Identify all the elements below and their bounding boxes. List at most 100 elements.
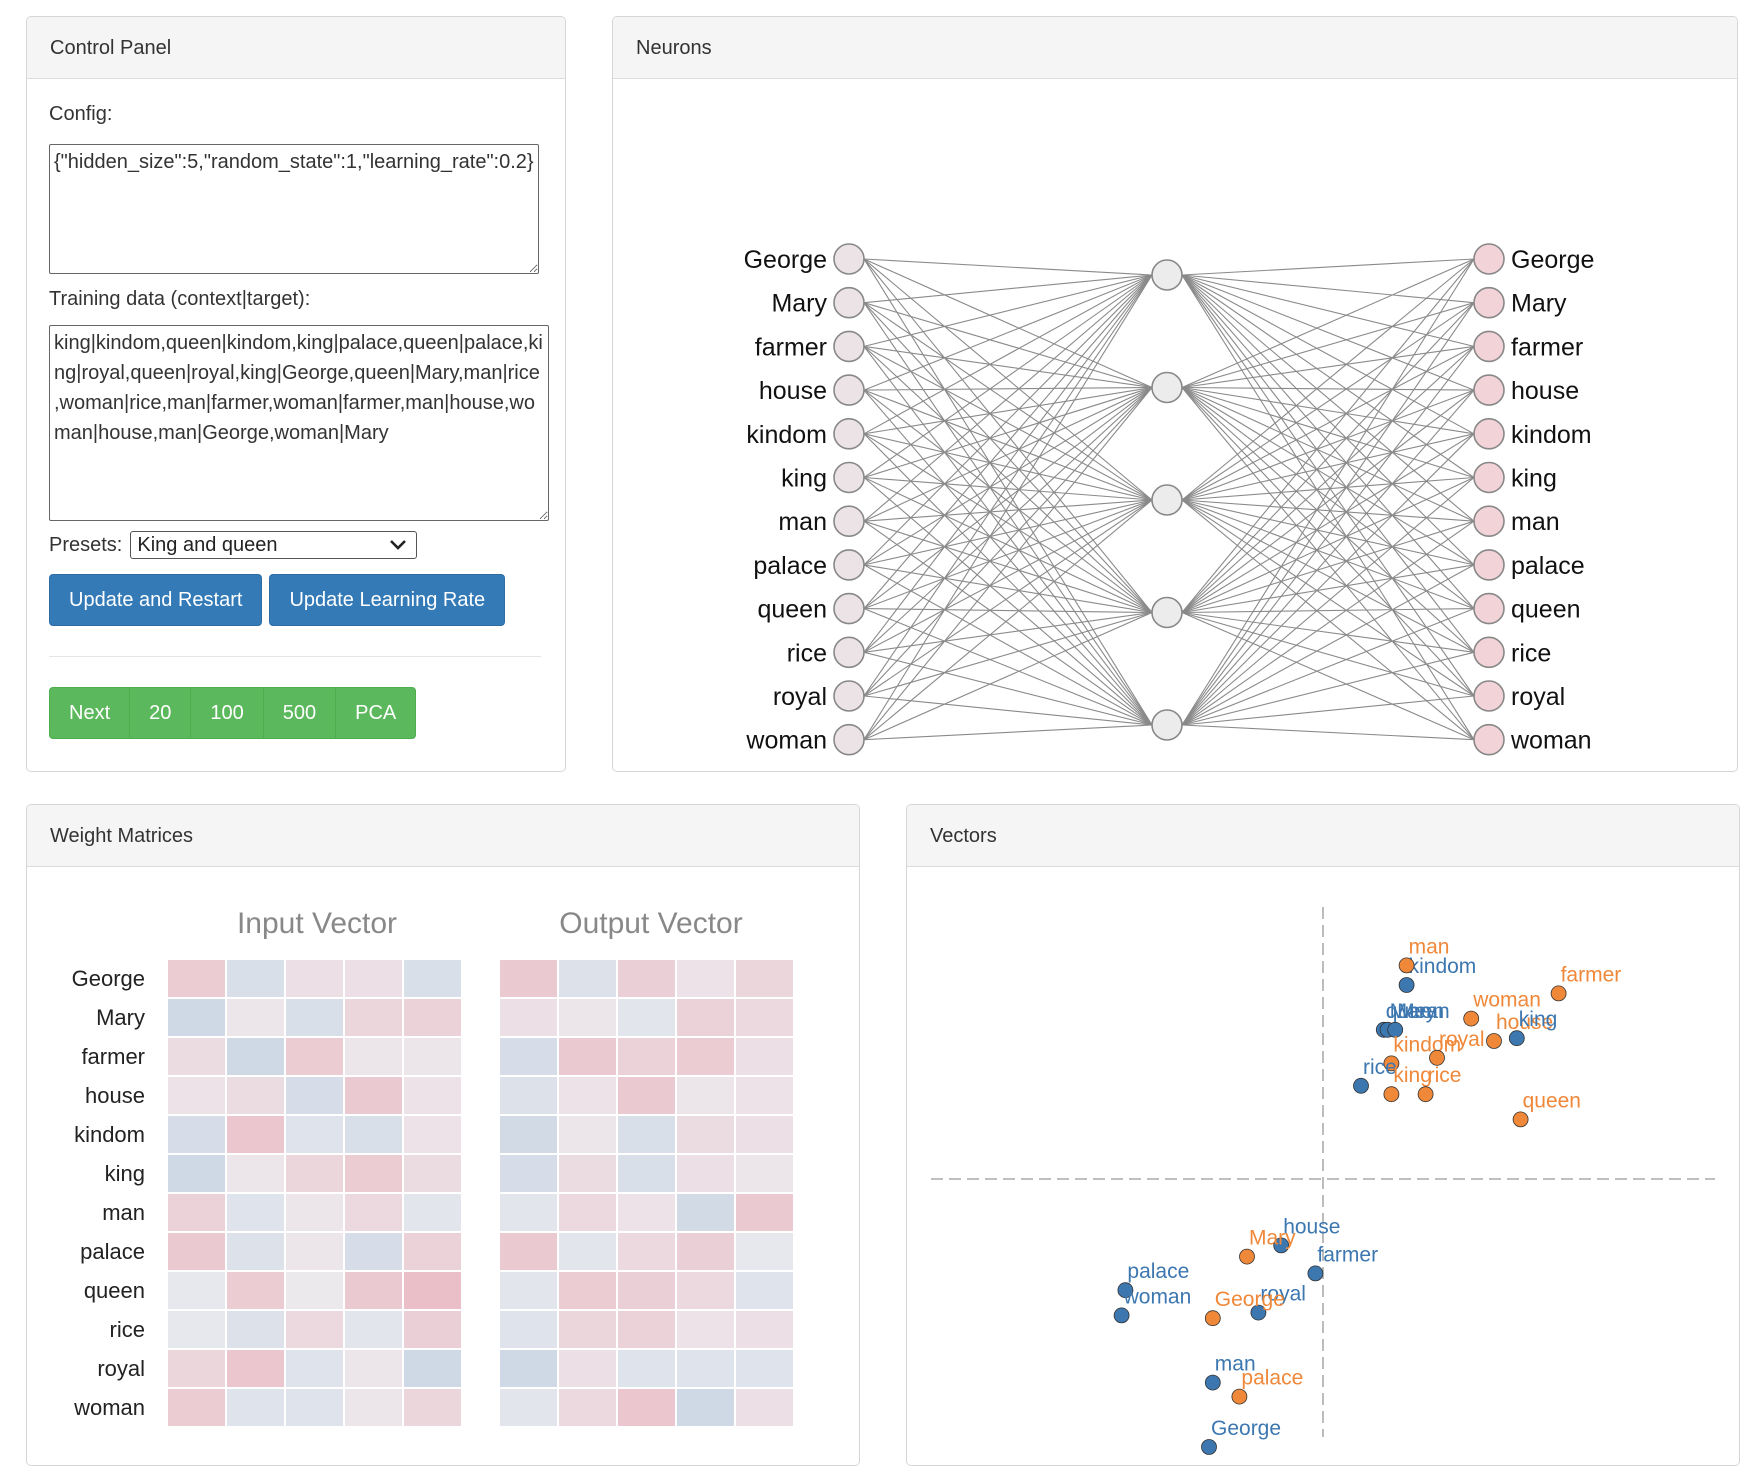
output-weight-cell[interactable] [735, 1349, 794, 1388]
input-weight-cell[interactable] [344, 1271, 403, 1310]
input-weight-cell[interactable] [403, 1349, 462, 1388]
input-weight-cell[interactable] [344, 959, 403, 998]
input-weight-cell[interactable] [167, 1115, 226, 1154]
output-neuron[interactable] [1473, 549, 1505, 581]
output-weight-cell[interactable] [499, 1388, 558, 1427]
vector-point-blue[interactable] [1307, 1265, 1324, 1282]
pca-button[interactable]: PCA [335, 687, 417, 739]
input-neuron[interactable] [833, 680, 865, 712]
input-weight-cell[interactable] [285, 1076, 344, 1115]
output-neuron[interactable] [1473, 286, 1505, 319]
input-neuron[interactable] [833, 549, 865, 581]
output-neuron[interactable] [1473, 461, 1505, 494]
output-weight-cell[interactable] [735, 1037, 794, 1076]
output-neuron[interactable] [1473, 417, 1505, 450]
vector-point-blue[interactable] [1353, 1077, 1369, 1094]
input-weight-cell[interactable] [167, 1076, 226, 1115]
input-weight-cell[interactable] [167, 1037, 226, 1076]
output-neuron[interactable] [1473, 723, 1505, 756]
input-weight-cell[interactable] [344, 1154, 403, 1193]
input-weight-cell[interactable] [226, 1310, 285, 1349]
input-weight-cell[interactable] [403, 1388, 462, 1427]
update-and-restart-button[interactable]: Update and Restart [49, 574, 263, 626]
input-weight-cell[interactable] [285, 998, 344, 1037]
output-weight-cell[interactable] [558, 1154, 617, 1193]
output-weight-cell[interactable] [617, 1037, 676, 1076]
output-weight-cell[interactable] [735, 1193, 794, 1232]
output-weight-cell[interactable] [558, 1388, 617, 1427]
output-weight-cell[interactable] [617, 1193, 676, 1232]
step-100-button[interactable]: 100 [190, 687, 264, 739]
output-weight-cell[interactable] [617, 1076, 676, 1115]
hidden-neuron[interactable] [1151, 371, 1183, 404]
input-weight-cell[interactable] [285, 1115, 344, 1154]
output-weight-cell[interactable] [676, 1271, 735, 1310]
output-weight-cell[interactable] [617, 1232, 676, 1271]
output-weight-cell[interactable] [499, 1232, 558, 1271]
output-weight-cell[interactable] [676, 1154, 735, 1193]
output-weight-cell[interactable] [617, 1388, 676, 1427]
input-neuron[interactable] [833, 417, 865, 450]
vector-point-orange[interactable] [1550, 985, 1567, 1002]
hidden-neuron[interactable] [1151, 709, 1183, 741]
vector-point-blue[interactable] [1508, 1030, 1525, 1047]
config-textarea[interactable] [49, 144, 539, 274]
input-weight-cell[interactable] [403, 1115, 462, 1154]
step-20-button[interactable]: 20 [129, 687, 192, 739]
output-weight-cell[interactable] [499, 1037, 558, 1076]
input-weight-cell[interactable] [285, 1310, 344, 1349]
input-weight-cell[interactable] [285, 1388, 344, 1427]
output-neuron[interactable] [1473, 680, 1505, 712]
input-neuron[interactable] [833, 636, 865, 669]
output-weight-cell[interactable] [676, 1037, 735, 1076]
input-neuron[interactable] [833, 723, 865, 756]
input-weight-cell[interactable] [226, 1154, 285, 1193]
input-weight-cell[interactable] [344, 1310, 403, 1349]
output-weight-cell[interactable] [735, 1115, 794, 1154]
output-weight-cell[interactable] [735, 1154, 794, 1193]
input-weight-cell[interactable] [344, 1388, 403, 1427]
input-weight-cell[interactable] [403, 1076, 462, 1115]
input-weight-cell[interactable] [344, 1349, 403, 1388]
output-weight-cell[interactable] [735, 1310, 794, 1349]
input-weight-cell[interactable] [344, 1076, 403, 1115]
output-weight-cell[interactable] [499, 1115, 558, 1154]
input-weight-cell[interactable] [167, 1388, 226, 1427]
input-weight-cell[interactable] [403, 1154, 462, 1193]
next-button[interactable]: Next [49, 687, 131, 739]
output-weight-cell[interactable] [617, 1310, 676, 1349]
input-weight-cell[interactable] [285, 1271, 344, 1310]
vector-point-blue[interactable] [1204, 1374, 1221, 1391]
output-weight-cell[interactable] [617, 1271, 676, 1310]
hidden-neuron[interactable] [1151, 596, 1183, 629]
input-weight-cell[interactable] [167, 1232, 226, 1271]
input-weight-cell[interactable] [226, 1388, 285, 1427]
input-weight-cell[interactable] [285, 1037, 344, 1076]
input-neuron[interactable] [833, 243, 865, 275]
output-weight-cell[interactable] [676, 1349, 735, 1388]
input-weight-cell[interactable] [285, 1193, 344, 1232]
input-weight-cell[interactable] [344, 1193, 403, 1232]
vector-point-orange[interactable] [1383, 1086, 1400, 1103]
vector-point-blue[interactable] [1113, 1307, 1130, 1324]
hidden-neuron[interactable] [1151, 484, 1183, 516]
output-weight-cell[interactable] [558, 998, 617, 1037]
vector-point-orange[interactable] [1204, 1310, 1221, 1327]
output-neuron[interactable] [1473, 592, 1505, 625]
input-weight-cell[interactable] [403, 1193, 462, 1232]
vector-point-orange[interactable] [1429, 1049, 1445, 1066]
output-weight-cell[interactable] [735, 1271, 794, 1310]
input-weight-cell[interactable] [285, 1154, 344, 1193]
input-weight-cell[interactable] [403, 959, 462, 998]
input-weight-cell[interactable] [226, 998, 285, 1037]
step-500-button[interactable]: 500 [262, 687, 337, 739]
output-weight-cell[interactable] [735, 1076, 794, 1115]
vector-point-orange[interactable] [1239, 1248, 1255, 1265]
input-weight-cell[interactable] [344, 998, 403, 1037]
output-weight-cell[interactable] [735, 998, 794, 1037]
output-weight-cell[interactable] [676, 1076, 735, 1115]
vector-point-blue[interactable] [1398, 977, 1415, 993]
input-weight-cell[interactable] [167, 959, 226, 998]
vector-point-orange[interactable] [1398, 957, 1415, 974]
output-weight-cell[interactable] [676, 959, 735, 998]
